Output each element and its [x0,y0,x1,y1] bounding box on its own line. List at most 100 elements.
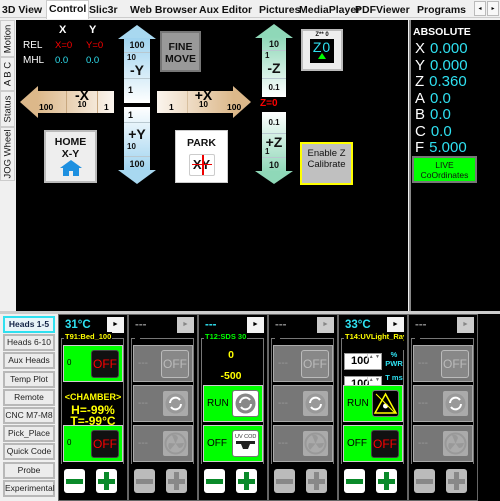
head-menu-button[interactable]: ► [457,317,474,333]
button-heads-1-5[interactable]: Heads 1-5 [3,316,55,333]
head-row-inactive[interactable]: --- [273,425,333,462]
spinbox-arrows[interactable]: ▲ ▼ [366,354,380,361]
head-menu-button[interactable]: ► [107,317,124,333]
head-plus-button[interactable] [236,469,257,493]
head-row-inactive[interactable]: --- OFF [413,345,473,382]
button-remote[interactable]: Remote [3,388,55,406]
head-plus-button[interactable] [306,469,327,493]
spinbox[interactable]: 100 ▲ ▼ [344,353,382,370]
side-tab-motion[interactable]: Motion [0,20,15,57]
button-aux-heads[interactable]: Aux Heads [3,352,55,370]
z0-button[interactable]: Z** 0 Z0 [301,29,343,71]
tab-aux-editor[interactable]: Aux Editor [199,2,252,18]
enable-z-calibrate-button[interactable]: Enable Z Calibrate [300,142,353,185]
plus-x-10[interactable]: +X 10 [188,88,219,113]
head-plus-button[interactable] [166,469,187,493]
plus-z-10[interactable]: 10 [262,158,286,172]
tab-scroll-left-button[interactable]: ◂ [474,1,486,16]
head-row-0[interactable]: 0 OFF [63,425,123,462]
off-button[interactable]: OFF [301,350,329,378]
minus-z-01[interactable]: 0.1 [262,79,286,97]
button-quick-code[interactable]: Quick Code [3,443,55,461]
side-tab-a-b-c[interactable]: A B C [0,57,15,91]
tab-web-browser[interactable]: Web Browser [130,2,197,18]
head-minus-button[interactable] [204,469,225,493]
head-row-run[interactable]: RUN [203,385,263,422]
plus-z-1[interactable]: +Z 1 [262,134,286,158]
plus-x-1[interactable]: 1 [157,91,188,113]
button-temp-plot[interactable]: Temp Plot [3,370,55,388]
button-cnc-m7-m8[interactable]: CNC M7-M8 [3,407,55,424]
laser-warning-icon[interactable] [372,390,399,417]
fan-icon[interactable] [302,430,329,457]
rotate-icon[interactable] [442,390,469,417]
off-button[interactable]: OFF [161,350,189,378]
side-tab-jog-wheel[interactable]: JOG Wheel [0,127,15,181]
minus-x-10[interactable]: -X 10 [67,88,98,113]
head-minus-button[interactable] [64,469,85,493]
head-row-inactive[interactable]: --- [133,385,193,422]
head-row-off[interactable]: OFF UV COD [203,425,263,462]
tab-mediaplayer[interactable]: MediaPlayer [299,2,360,18]
plus-y-10[interactable]: +Y 10 [124,123,150,157]
head-row-inactive[interactable]: --- [413,425,473,462]
minus-y-1[interactable]: 1 [124,79,150,103]
plus-y-1[interactable]: 1 [124,107,150,123]
head-menu-button[interactable]: ► [387,317,404,333]
head-row-inactive[interactable]: --- [413,385,473,422]
rotate-icon[interactable] [302,390,329,417]
spinbox-arrows[interactable]: ▲ ▼ [366,377,380,384]
minus-z-10[interactable]: 10 [262,37,286,51]
tab-pictures[interactable]: Pictures [259,2,300,18]
head-row-run[interactable]: RUN [343,385,403,422]
button-heads-6-10[interactable]: Heads 6-10 [3,334,55,352]
fan-icon[interactable] [442,430,469,457]
button-experimental[interactable]: Experimental [3,479,55,497]
head-minus-button[interactable] [274,469,295,493]
minus-y-10[interactable]: 10 -Y [124,53,150,79]
uv-cod-icon[interactable]: UV COD [232,430,259,457]
minus-x-1[interactable]: 1 [98,91,114,113]
fine-move-button[interactable]: FINE MOVE [160,31,201,72]
tab-scroll-right-button[interactable]: ▸ [487,1,499,16]
park-button[interactable]: PARK XY [175,130,228,183]
head-minus-button[interactable] [134,469,155,493]
tab-slic3r[interactable]: Slic3r [89,2,118,18]
head-row-inactive[interactable]: --- OFF [133,345,193,382]
minus-z-1[interactable]: 1 -Z [262,51,286,79]
head-menu-button[interactable]: ► [247,317,264,333]
off-button[interactable]: OFF [371,430,399,458]
plus-y-100[interactable]: 100 [124,157,150,171]
head-minus-button[interactable] [414,469,435,493]
rotate-icon[interactable] [162,390,189,417]
button-probe[interactable]: Probe [3,461,55,479]
tab-3d-view[interactable]: 3D View [2,2,42,18]
tab-control[interactable]: Control [46,0,90,19]
head-plus-button[interactable] [376,469,397,493]
head-row-inactive[interactable]: --- [273,385,333,422]
head-row-off[interactable]: OFF OFF [343,425,403,462]
home-xy-button[interactable]: HOME X-Y [44,130,97,183]
head-row-0[interactable]: 0 OFF [63,345,123,382]
fan-icon[interactable] [162,430,189,457]
off-button[interactable]: OFF [441,350,469,378]
head-minus-button[interactable] [344,469,365,493]
head-row-inactive[interactable]: --- [133,425,193,462]
head-menu-button[interactable]: ► [177,317,194,333]
tab-programs[interactable]: Programs [417,2,466,18]
head-menu-button[interactable]: ► [317,317,334,333]
minus-x-100[interactable]: 100 [37,91,67,113]
off-button[interactable]: OFF [91,350,119,378]
tab-pdfviewer[interactable]: PDFViewer [355,2,410,18]
plus-x-100[interactable]: 100 [219,91,249,113]
minus-y-100[interactable]: 100 [124,38,150,53]
head-plus-button[interactable] [96,469,117,493]
head-plus-button[interactable] [446,469,467,493]
live-coordinates-button[interactable]: LIVE CoOrdinates [412,156,477,183]
rotate-icon[interactable] [232,390,259,417]
plus-z-01[interactable]: 0.1 [262,112,286,134]
off-button[interactable]: OFF [91,430,119,458]
side-tab-status[interactable]: Status [0,91,15,127]
button-pick-place[interactable]: Pick_Place [3,425,55,443]
head-row-inactive[interactable]: --- OFF [273,345,333,382]
